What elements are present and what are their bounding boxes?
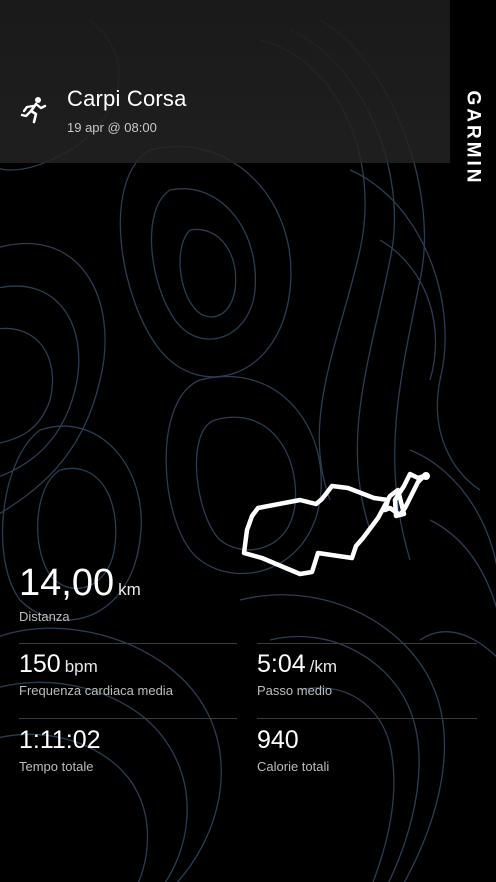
divider <box>257 718 477 719</box>
pace-value: 5:04 <box>257 650 306 678</box>
total-time-label: Tempo totale <box>19 759 94 774</box>
distance-label: Distanza <box>19 609 70 624</box>
heart-rate-metric: 150 bpm Frequenza cardiaca media <box>19 650 173 698</box>
calories-metric: 940 Calorie totali <box>257 726 329 774</box>
pace-metric: 5:04/km Passo medio <box>257 650 337 698</box>
heart-rate-unit: bpm <box>64 657 98 676</box>
heart-rate-value: 150 <box>19 650 61 678</box>
total-time-metric: 1:11:02 Tempo totale <box>19 726 101 774</box>
pace-label: Passo medio <box>257 683 333 698</box>
divider <box>257 643 477 644</box>
distance-unit: km <box>118 580 141 599</box>
heart-rate-label: Frequenza cardiaca media <box>19 683 173 698</box>
distance-value: 14,00 <box>19 562 115 604</box>
calories-value: 940 <box>257 726 299 754</box>
pace-unit: /km <box>309 657 338 676</box>
total-time-value: 1:11:02 <box>19 726 101 754</box>
route-track <box>241 471 427 577</box>
distance-metric: 14,00 km Distanza <box>19 562 141 624</box>
calories-label: Calorie totali <box>257 759 330 774</box>
divider <box>19 718 237 719</box>
route-start-marker <box>422 472 430 480</box>
divider <box>19 643 237 644</box>
